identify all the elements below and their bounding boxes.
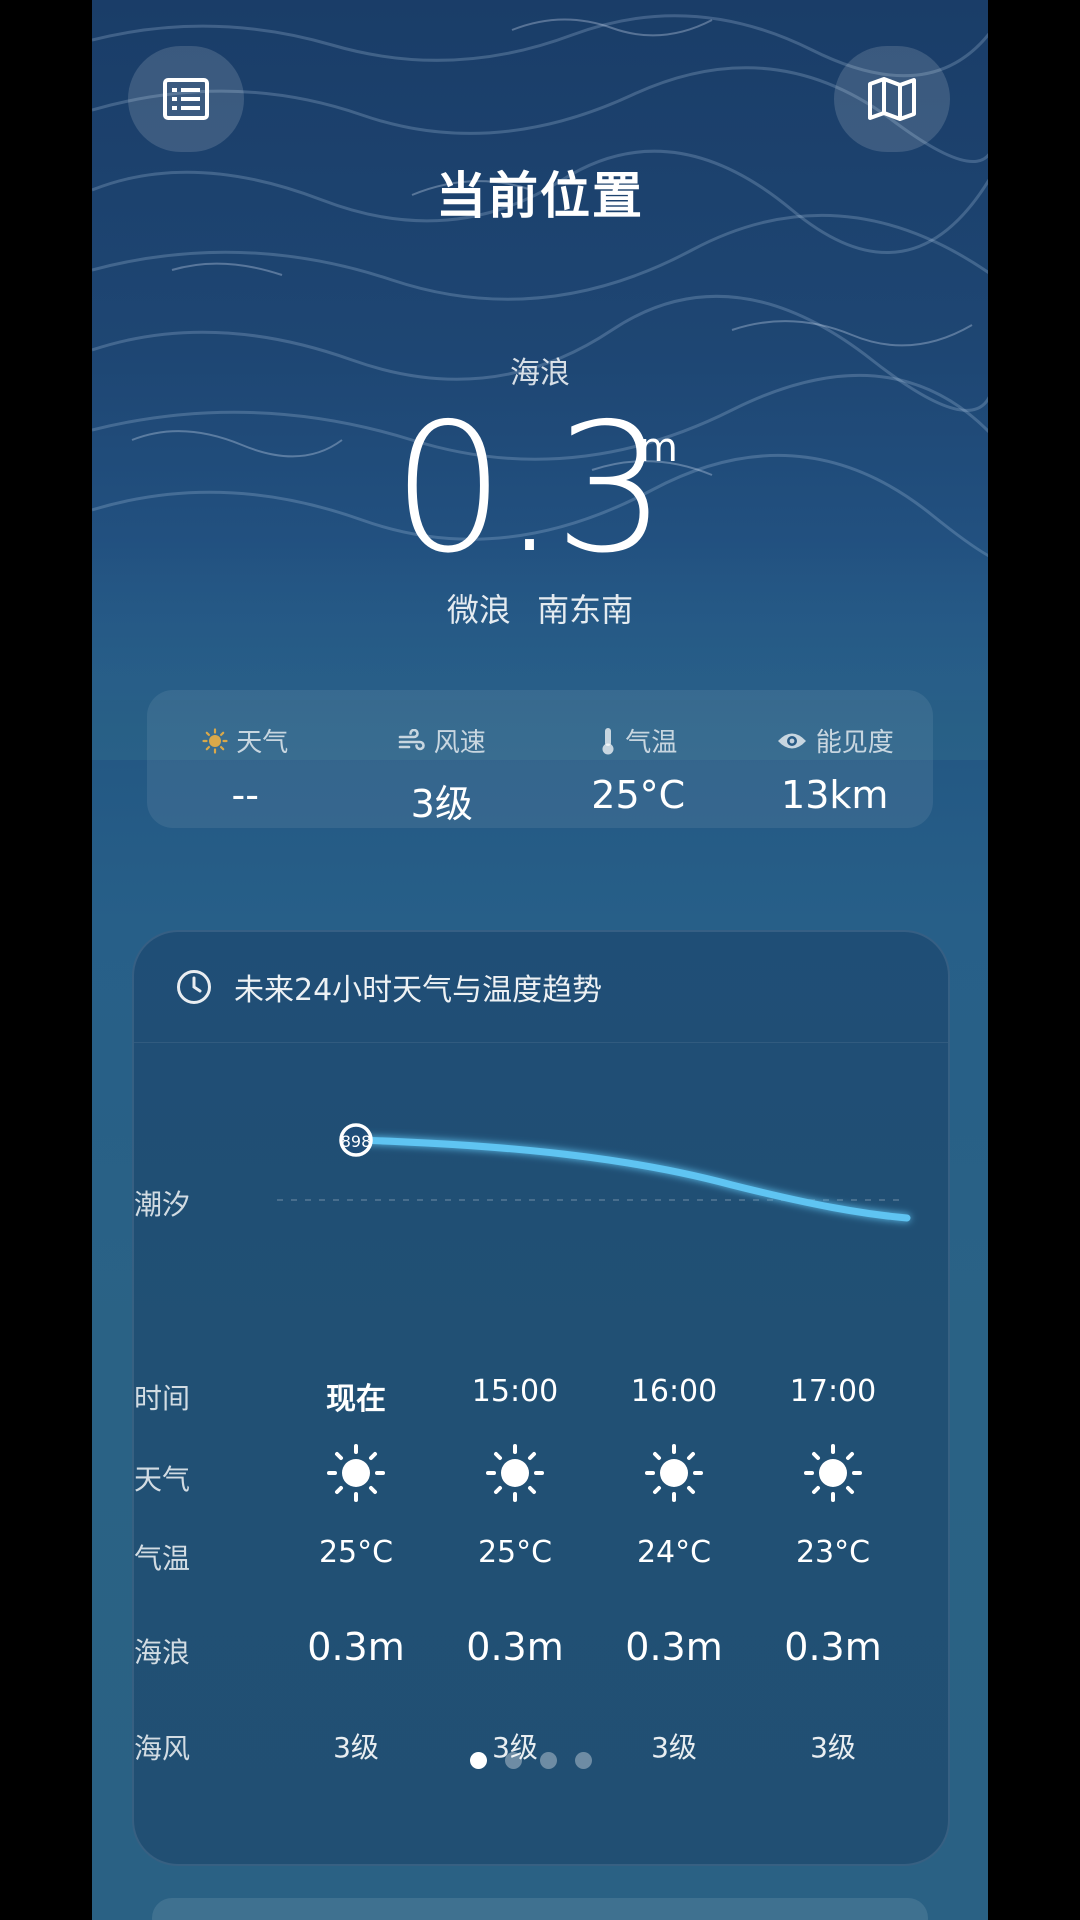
stat-temperature-value: 25°C (591, 773, 686, 817)
stat-visibility-value: 13km (781, 773, 889, 817)
forecast-temp: 24°C (636, 1535, 712, 1570)
wave-height-value: 0.3 (392, 385, 667, 592)
screen: 当前位置 海浪 0.3 m 微浪 南东南 天气 -- 风速 3级 气温 25°C… (92, 0, 988, 1920)
stat-temperature: 气温 25°C (540, 690, 737, 828)
forecast-temp: 25°C (477, 1535, 553, 1570)
clock-icon (177, 970, 211, 1004)
stat-weather-value: -- (231, 773, 259, 817)
sun-icon (645, 1444, 703, 1502)
stat-temperature-label: 气温 (625, 728, 678, 758)
row-label-time: 时间 (134, 1382, 191, 1415)
forecast-title: 未来24小时天气与温度趋势 (234, 973, 603, 1008)
forecast-time: 17:00 (789, 1374, 877, 1409)
sun-icon (327, 1444, 385, 1502)
wave-height-unit: m (639, 425, 678, 471)
page-dot-4[interactable] (575, 1752, 592, 1769)
stat-visibility-label: 能见度 (815, 728, 894, 758)
forecast-wave: 0.3m (625, 1625, 723, 1669)
conditions-strip: 天气 -- 风速 3级 气温 25°C 能见度 13km (147, 690, 933, 828)
row-label-wind: 海风 (134, 1732, 191, 1765)
next-card-peek (152, 1898, 928, 1920)
eye-icon (777, 733, 806, 748)
list-icon (163, 78, 209, 120)
forecast-time: 15:00 (471, 1374, 559, 1409)
forecast-temp: 25°C (318, 1535, 394, 1570)
wave-direction: 南东南 (537, 591, 634, 629)
row-label-weather: 天气 (134, 1463, 191, 1496)
forecast-wind: 3级 (651, 1731, 697, 1764)
forecast-wave: 0.3m (784, 1625, 882, 1669)
list-button[interactable] (128, 46, 244, 152)
thermometer-icon (602, 727, 614, 754)
sun-icon (486, 1444, 544, 1502)
forecast-time: 现在 (326, 1382, 386, 1417)
wave-description: 微浪 南东南 (92, 585, 988, 631)
page-dot-2[interactable] (505, 1752, 522, 1769)
page-title: 当前位置 (436, 167, 644, 225)
forecast-wind: 3级 (333, 1731, 379, 1764)
stat-wind: 风速 3级 (344, 690, 541, 828)
row-label-wave: 海浪 (134, 1636, 191, 1669)
forecast-time: 16:00 (630, 1374, 718, 1409)
page-dot-1[interactable] (470, 1752, 487, 1769)
row-label-temp: 气温 (134, 1542, 191, 1575)
stat-weather-label: 天气 (236, 728, 289, 758)
map-button[interactable] (834, 46, 950, 152)
stat-wind-value: 3级 (410, 782, 473, 826)
forecast-wind: 3级 (810, 1731, 856, 1764)
stat-visibility: 能见度 13km (737, 690, 934, 828)
forecast-temp: 23°C (795, 1535, 871, 1570)
page-dot-3[interactable] (540, 1752, 557, 1769)
forecast-wave: 0.3m (307, 1625, 405, 1669)
page-indicator[interactable] (470, 1752, 592, 1769)
sun-icon (804, 1444, 862, 1502)
forecast-wave: 0.3m (466, 1625, 564, 1669)
tide-row-label: 潮汐 (134, 1188, 191, 1221)
stat-weather: 天气 -- (147, 690, 344, 828)
wind-icon (398, 728, 425, 750)
wave-level: 微浪 (446, 591, 511, 629)
forecast-card-header: 未来24小时天气与温度趋势 (134, 932, 948, 1043)
sun-icon (202, 727, 228, 754)
stat-wind-label: 风速 (433, 728, 486, 758)
map-icon (868, 77, 916, 121)
